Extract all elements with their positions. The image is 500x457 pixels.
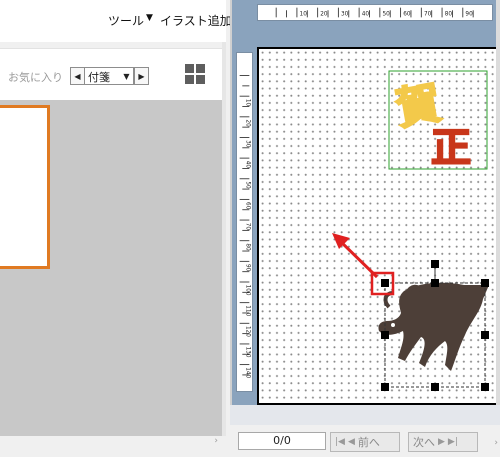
last-page-icon[interactable]: ▶| [448, 437, 458, 447]
stamp-char-2: 正 [431, 124, 471, 171]
resize-handle-ne[interactable] [481, 279, 489, 287]
favorites-button[interactable]: お気に入り [8, 69, 63, 85]
left-vertical-scrollbar[interactable] [222, 42, 226, 436]
right-horizontal-scrollbar[interactable] [230, 405, 500, 425]
tag-prev-button[interactable]: ◀ [70, 67, 85, 85]
ruler-label: 60 [245, 202, 251, 210]
resize-handle-se[interactable] [481, 383, 489, 391]
ruler-label: 30 [341, 12, 349, 18]
pointer-arrow [332, 233, 379, 279]
ruler-label: 60 [403, 12, 411, 18]
resize-handle-w[interactable] [381, 331, 389, 339]
postcard-canvas[interactable]: 賀 正 [257, 47, 500, 405]
next-arrow-icon: ▶ [438, 437, 445, 447]
tools-menu[interactable]: ツール [108, 12, 144, 29]
ruler-label: 70 [424, 12, 432, 18]
page-thumbnail[interactable] [0, 105, 50, 269]
ruler-label: 130 [245, 347, 251, 358]
ox-illustration[interactable] [378, 282, 489, 371]
ruler-label: 20 [245, 119, 251, 127]
ruler-label: 80 [445, 12, 453, 18]
first-page-icon[interactable]: |◀ [335, 437, 345, 447]
triangle-left-icon: ◀ [74, 71, 81, 81]
ruler-label: 50 [245, 181, 251, 189]
ruler-label: 10 [245, 99, 251, 107]
tag-select[interactable]: 付箋 ▼ [85, 67, 134, 85]
ruler-label: 100 [245, 285, 251, 296]
ruler-label: 10 [300, 12, 308, 18]
tag-select-value: 付箋 [88, 71, 110, 84]
gasho-stamp-image[interactable]: 賀 正 [391, 77, 472, 172]
add-illustration-menu[interactable]: イラスト追加 [160, 12, 232, 29]
ruler-label: 120 [245, 326, 251, 337]
ruler-label: 40 [362, 12, 370, 18]
thumbnail-area [0, 100, 222, 436]
left-pane: ツール ▼ イラスト追加 お気に入り ◀ 付箋 ▼ ▶ › [0, 0, 232, 457]
resize-handle-e[interactable] [481, 331, 489, 339]
ruler-label: 50 [383, 12, 391, 18]
ruler-label: 30 [245, 140, 251, 148]
prev-label: 前へ [357, 436, 380, 449]
page-navigation-bar: 0/0 |◀ ◀ 前へ 次へ ▶ ▶| › [230, 425, 500, 457]
page-indicator: 0/0 [238, 432, 326, 450]
editor-pane: 10 20 30 40 50 60 70 80 90 10 20 30 40 50 60 70 80 90 100… [230, 0, 500, 425]
resize-handle-sw[interactable] [381, 383, 389, 391]
right-vertical-scrollbar[interactable] [496, 0, 500, 425]
ruler-label: 20 [320, 12, 328, 18]
rotate-handle[interactable] [431, 260, 439, 268]
resize-handle-n[interactable] [431, 279, 439, 287]
dropdown-arrow-icon[interactable]: ▼ [146, 13, 153, 23]
vertical-ruler: 10 20 30 40 50 60 70 80 90 100 110 120 130 140 [236, 52, 253, 392]
next-page-button[interactable]: 次へ ▶ ▶| [408, 432, 478, 452]
scroll-right-icon[interactable]: › [214, 436, 218, 446]
prev-arrow-icon: ◀ [347, 437, 355, 447]
prev-page-button[interactable]: |◀ ◀ 前へ [330, 432, 400, 452]
horizontal-ruler: 10 20 30 40 50 60 70 80 90 [257, 4, 493, 21]
resize-handle-nw[interactable] [381, 279, 389, 287]
tag-next-button[interactable]: ▶ [134, 67, 149, 85]
ruler-label: 90 [245, 264, 251, 272]
ruler-label: 80 [245, 243, 251, 251]
ruler-label: 70 [245, 223, 251, 231]
triangle-right-icon: ▶ [138, 71, 145, 81]
ruler-label: 110 [245, 305, 251, 316]
grid-view-icon[interactable] [185, 64, 205, 84]
ruler-label: 140 [245, 367, 251, 378]
toolbar: お気に入り ◀ 付箋 ▼ ▶ [0, 48, 226, 100]
ruler-label: 90 [465, 12, 473, 18]
ruler-label: 40 [245, 161, 251, 169]
resize-handle-s[interactable] [431, 383, 439, 391]
chevron-down-icon[interactable]: ▼ [120, 68, 133, 84]
scroll-right-icon[interactable]: › [494, 438, 498, 448]
next-label: 次へ [413, 436, 435, 449]
menu-bar: ツール ▼ イラスト追加 [0, 0, 232, 42]
left-horizontal-scrollbar[interactable]: › [0, 436, 226, 448]
